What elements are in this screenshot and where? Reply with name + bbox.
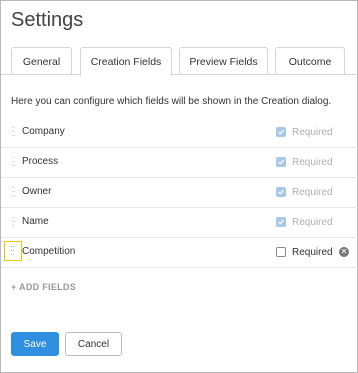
- required-checkbox[interactable]: [276, 247, 286, 257]
- checkmark-icon: [278, 129, 284, 135]
- drag-handle-icon[interactable]: [11, 246, 14, 257]
- required-label: Required: [292, 126, 333, 138]
- add-fields-link[interactable]: + ADD FIELDS: [11, 282, 76, 292]
- page-title: Settings: [11, 9, 84, 31]
- field-row-company: Company Required: [1, 118, 358, 148]
- checkmark-icon: [278, 219, 284, 225]
- tab-creation-fields[interactable]: Creation Fields: [80, 47, 172, 76]
- drag-handle-icon[interactable]: [12, 187, 15, 198]
- required-toggle: Required: [276, 185, 333, 199]
- required-label: Required: [292, 216, 333, 228]
- required-toggle: Required: [276, 125, 333, 139]
- field-name: Process: [22, 156, 59, 167]
- tab-bar: General Creation Fields Preview Fields O…: [1, 47, 358, 76]
- field-name: Company: [22, 126, 65, 137]
- remove-circle-icon[interactable]: ✕: [339, 247, 349, 257]
- drag-handle-icon[interactable]: [12, 127, 15, 138]
- required-checkbox: [276, 127, 286, 137]
- save-button[interactable]: Save: [11, 332, 59, 356]
- required-checkbox: [276, 217, 286, 227]
- required-label: Required: [292, 246, 333, 258]
- drag-handle-icon[interactable]: [12, 157, 15, 168]
- settings-panel: Settings General Creation Fields Preview…: [0, 0, 358, 373]
- field-name: Competition: [22, 246, 76, 257]
- cancel-button[interactable]: Cancel: [65, 332, 122, 356]
- field-row-name: Name Required: [1, 208, 358, 238]
- field-name: Owner: [22, 186, 52, 197]
- drag-handle-icon[interactable]: [12, 217, 15, 228]
- required-toggle: Required: [276, 215, 333, 229]
- checkmark-icon: [278, 159, 284, 165]
- checkmark-icon: [278, 189, 284, 195]
- required-toggle[interactable]: Required: [276, 245, 333, 259]
- tab-outcome[interactable]: Outcome: [275, 47, 345, 75]
- field-name: Name: [22, 216, 49, 227]
- required-checkbox: [276, 187, 286, 197]
- required-label: Required: [292, 156, 333, 168]
- field-row-process: Process Required: [1, 148, 358, 178]
- required-checkbox: [276, 157, 286, 167]
- required-toggle: Required: [276, 155, 333, 169]
- field-row-owner: Owner Required: [1, 178, 358, 208]
- tab-general[interactable]: General: [11, 47, 72, 75]
- required-label: Required: [292, 186, 333, 198]
- drag-handle-highlight[interactable]: [4, 241, 22, 261]
- field-row-competition: Competition Required ✕: [1, 238, 358, 268]
- description: Here you can configure which fields will…: [11, 96, 332, 107]
- tab-preview-fields[interactable]: Preview Fields: [179, 47, 268, 75]
